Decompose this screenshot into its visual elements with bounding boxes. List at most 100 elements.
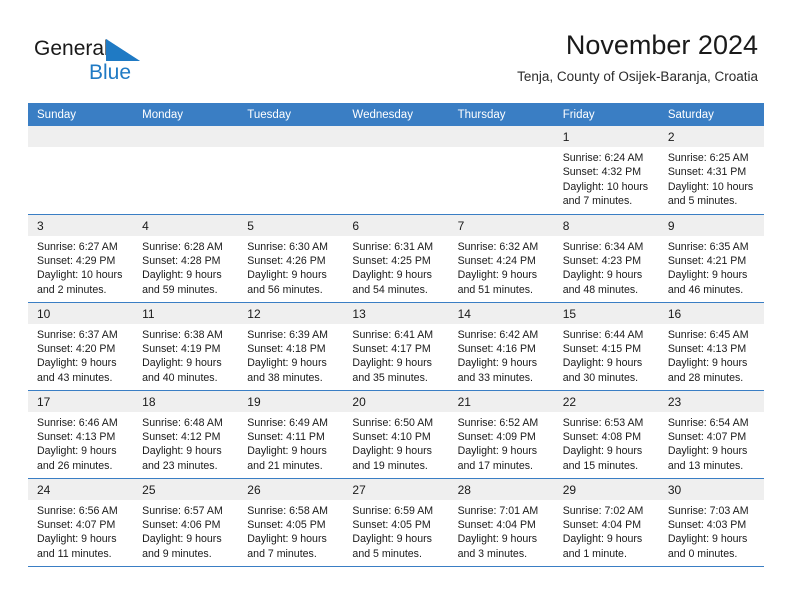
day-details: Sunrise: 6:37 AM Sunset: 4:20 PM Dayligh… xyxy=(28,324,133,386)
daylight-text-line2: and 1 minute. xyxy=(562,547,627,560)
sunrise-text: Sunrise: 6:58 AM xyxy=(247,504,328,517)
weekday-header-thursday: Thursday xyxy=(448,103,554,126)
day-cell[interactable]: 16 Sunrise: 6:45 AM Sunset: 4:13 PM Dayl… xyxy=(658,301,764,390)
day-details: Sunrise: 6:32 AM Sunset: 4:24 PM Dayligh… xyxy=(449,236,554,298)
day-cell[interactable]: 29 Sunrise: 7:02 AM Sunset: 4:04 PM Dayl… xyxy=(553,477,659,567)
daylight-text-line1: Daylight: 9 hours xyxy=(142,269,222,282)
calendar-page: General Blue November 2024 Tenja, County… xyxy=(0,0,792,612)
day-cell[interactable]: 25 Sunrise: 6:57 AM Sunset: 4:06 PM Dayl… xyxy=(133,477,239,567)
daylight-text-line1: Daylight: 9 hours xyxy=(37,533,117,546)
daylight-text-line2: and 38 minutes. xyxy=(247,371,323,384)
sunrise-text: Sunrise: 6:25 AM xyxy=(667,152,749,164)
day-details: Sunrise: 6:27 AM Sunset: 4:29 PM Dayligh… xyxy=(28,236,133,298)
day-cell[interactable]: 2 Sunrise: 6:25 AM Sunset: 4:31 PM Dayli… xyxy=(658,126,764,214)
day-cell[interactable]: 13 Sunrise: 6:41 AM Sunset: 4:17 PM Dayl… xyxy=(343,301,449,390)
sunrise-text: Sunrise: 6:45 AM xyxy=(667,328,749,341)
day-cell[interactable]: 24 Sunrise: 6:56 AM Sunset: 4:07 PM Dayl… xyxy=(28,477,134,567)
daylight-text-line1: Daylight: 9 hours xyxy=(247,357,327,370)
day-cell[interactable] xyxy=(448,126,554,214)
day-number: 23 xyxy=(658,390,764,412)
day-details: Sunrise: 6:42 AM Sunset: 4:16 PM Dayligh… xyxy=(449,324,554,386)
day-number: 27 xyxy=(343,478,449,500)
daylight-text-line1: Daylight: 9 hours xyxy=(142,445,222,458)
day-cell[interactable]: 15 Sunrise: 6:44 AM Sunset: 4:15 PM Dayl… xyxy=(553,301,659,390)
daylight-text-line1: Daylight: 9 hours xyxy=(37,445,117,458)
daylight-text-line1: Daylight: 9 hours xyxy=(562,533,643,546)
sunrise-text: Sunrise: 6:50 AM xyxy=(352,416,434,429)
day-details: Sunrise: 7:01 AM Sunset: 4:04 PM Dayligh… xyxy=(449,500,554,562)
day-details: Sunrise: 6:48 AM Sunset: 4:12 PM Dayligh… xyxy=(133,412,238,474)
day-number: 20 xyxy=(343,390,449,412)
day-number: 22 xyxy=(553,390,659,412)
day-cell[interactable]: 7 Sunrise: 6:32 AM Sunset: 4:24 PM Dayli… xyxy=(448,213,554,302)
day-number: 13 xyxy=(343,302,449,324)
day-cell[interactable]: 9 Sunrise: 6:35 AM Sunset: 4:21 PM Dayli… xyxy=(658,213,764,302)
sunrise-text: Sunrise: 6:30 AM xyxy=(247,240,328,253)
day-details: Sunrise: 6:28 AM Sunset: 4:28 PM Dayligh… xyxy=(133,236,238,298)
daylight-text-line1: Daylight: 10 hours xyxy=(562,180,649,193)
calendar-body: 1 Sunrise: 6:24 AM Sunset: 4:32 PM Dayli… xyxy=(28,126,764,567)
day-cell[interactable]: 11 Sunrise: 6:38 AM Sunset: 4:19 PM Dayl… xyxy=(133,301,239,390)
day-cell[interactable] xyxy=(133,126,239,214)
day-details: Sunrise: 6:54 AM Sunset: 4:07 PM Dayligh… xyxy=(659,412,764,474)
day-number: 7 xyxy=(448,214,554,236)
day-cell[interactable] xyxy=(28,126,134,214)
day-cell[interactable]: 17 Sunrise: 6:46 AM Sunset: 4:13 PM Dayl… xyxy=(28,389,134,478)
day-cell[interactable]: 26 Sunrise: 6:58 AM Sunset: 4:05 PM Dayl… xyxy=(238,477,344,567)
day-cell[interactable]: 18 Sunrise: 6:48 AM Sunset: 4:12 PM Dayl… xyxy=(133,389,239,478)
day-details: Sunrise: 6:41 AM Sunset: 4:17 PM Dayligh… xyxy=(343,324,448,386)
daylight-text-line1: Daylight: 9 hours xyxy=(247,269,327,282)
sunset-text: Sunset: 4:12 PM xyxy=(142,430,221,443)
daylight-text-line1: Daylight: 9 hours xyxy=(142,357,222,370)
day-details: Sunrise: 6:30 AM Sunset: 4:26 PM Dayligh… xyxy=(238,236,343,298)
daylight-text-line2: and 35 minutes. xyxy=(352,371,428,384)
daylight-text-line1: Daylight: 9 hours xyxy=(247,445,327,458)
daylight-text-line1: Daylight: 9 hours xyxy=(352,357,432,370)
day-cell[interactable]: 8 Sunrise: 6:34 AM Sunset: 4:23 PM Dayli… xyxy=(553,213,659,302)
sunset-text: Sunset: 4:04 PM xyxy=(562,518,642,531)
daylight-text-line2: and 19 minutes. xyxy=(352,459,428,472)
sunrise-text: Sunrise: 6:54 AM xyxy=(667,416,749,429)
day-number: 24 xyxy=(28,478,134,500)
day-cell[interactable]: 14 Sunrise: 6:42 AM Sunset: 4:16 PM Dayl… xyxy=(448,301,554,390)
weekday-header-friday: Friday xyxy=(553,103,659,126)
sunset-text: Sunset: 4:17 PM xyxy=(352,342,431,355)
day-cell[interactable]: 30 Sunrise: 7:03 AM Sunset: 4:03 PM Dayl… xyxy=(658,477,764,567)
day-number: 11 xyxy=(133,302,239,324)
day-cell[interactable]: 28 Sunrise: 7:01 AM Sunset: 4:04 PM Dayl… xyxy=(448,477,554,567)
day-details: Sunrise: 6:59 AM Sunset: 4:05 PM Dayligh… xyxy=(343,500,448,562)
daylight-text-line2: and 33 minutes. xyxy=(457,371,533,384)
day-cell[interactable]: 1 Sunrise: 6:24 AM Sunset: 4:32 PM Dayli… xyxy=(553,126,659,214)
daylight-text-line1: Daylight: 9 hours xyxy=(667,269,748,282)
day-cell[interactable] xyxy=(343,126,449,214)
sunset-text: Sunset: 4:21 PM xyxy=(667,254,747,267)
sunset-text: Sunset: 4:06 PM xyxy=(142,518,221,531)
daylight-text-line1: Daylight: 9 hours xyxy=(457,445,538,458)
sunrise-text: Sunrise: 6:37 AM xyxy=(37,328,118,341)
day-cell[interactable]: 6 Sunrise: 6:31 AM Sunset: 4:25 PM Dayli… xyxy=(343,213,449,302)
day-details: Sunrise: 6:38 AM Sunset: 4:19 PM Dayligh… xyxy=(133,324,238,386)
day-cell[interactable]: 5 Sunrise: 6:30 AM Sunset: 4:26 PM Dayli… xyxy=(238,213,344,302)
daylight-text-line2: and 43 minutes. xyxy=(37,371,113,384)
day-cell[interactable]: 10 Sunrise: 6:37 AM Sunset: 4:20 PM Dayl… xyxy=(28,301,134,390)
daylight-text-line2: and 7 minutes. xyxy=(562,195,633,208)
day-details: Sunrise: 6:44 AM Sunset: 4:15 PM Dayligh… xyxy=(554,324,659,386)
day-cell[interactable]: 4 Sunrise: 6:28 AM Sunset: 4:28 PM Dayli… xyxy=(133,213,239,302)
day-cell[interactable]: 19 Sunrise: 6:49 AM Sunset: 4:11 PM Dayl… xyxy=(238,389,344,478)
day-cell[interactable] xyxy=(238,126,344,214)
daylight-text-line2: and 23 minutes. xyxy=(142,459,218,472)
daylight-text-line1: Daylight: 9 hours xyxy=(562,445,643,458)
daylight-text-line1: Daylight: 9 hours xyxy=(247,533,327,546)
day-cell[interactable]: 23 Sunrise: 6:54 AM Sunset: 4:07 PM Dayl… xyxy=(658,389,764,478)
day-cell[interactable]: 22 Sunrise: 6:53 AM Sunset: 4:08 PM Dayl… xyxy=(553,389,659,478)
day-cell[interactable]: 3 Sunrise: 6:27 AM Sunset: 4:29 PM Dayli… xyxy=(28,213,134,302)
day-cell[interactable]: 20 Sunrise: 6:50 AM Sunset: 4:10 PM Dayl… xyxy=(343,389,449,478)
day-cell[interactable]: 21 Sunrise: 6:52 AM Sunset: 4:09 PM Dayl… xyxy=(448,389,554,478)
daylight-text-line2: and 9 minutes. xyxy=(142,547,212,560)
daylight-text-line1: Daylight: 9 hours xyxy=(352,269,432,282)
general-blue-logo[interactable]: General Blue xyxy=(34,36,164,86)
day-number: 29 xyxy=(553,478,659,500)
sunset-text: Sunset: 4:13 PM xyxy=(37,430,116,443)
day-cell[interactable]: 12 Sunrise: 6:39 AM Sunset: 4:18 PM Dayl… xyxy=(238,301,344,390)
day-cell[interactable]: 27 Sunrise: 6:59 AM Sunset: 4:05 PM Dayl… xyxy=(343,477,449,567)
